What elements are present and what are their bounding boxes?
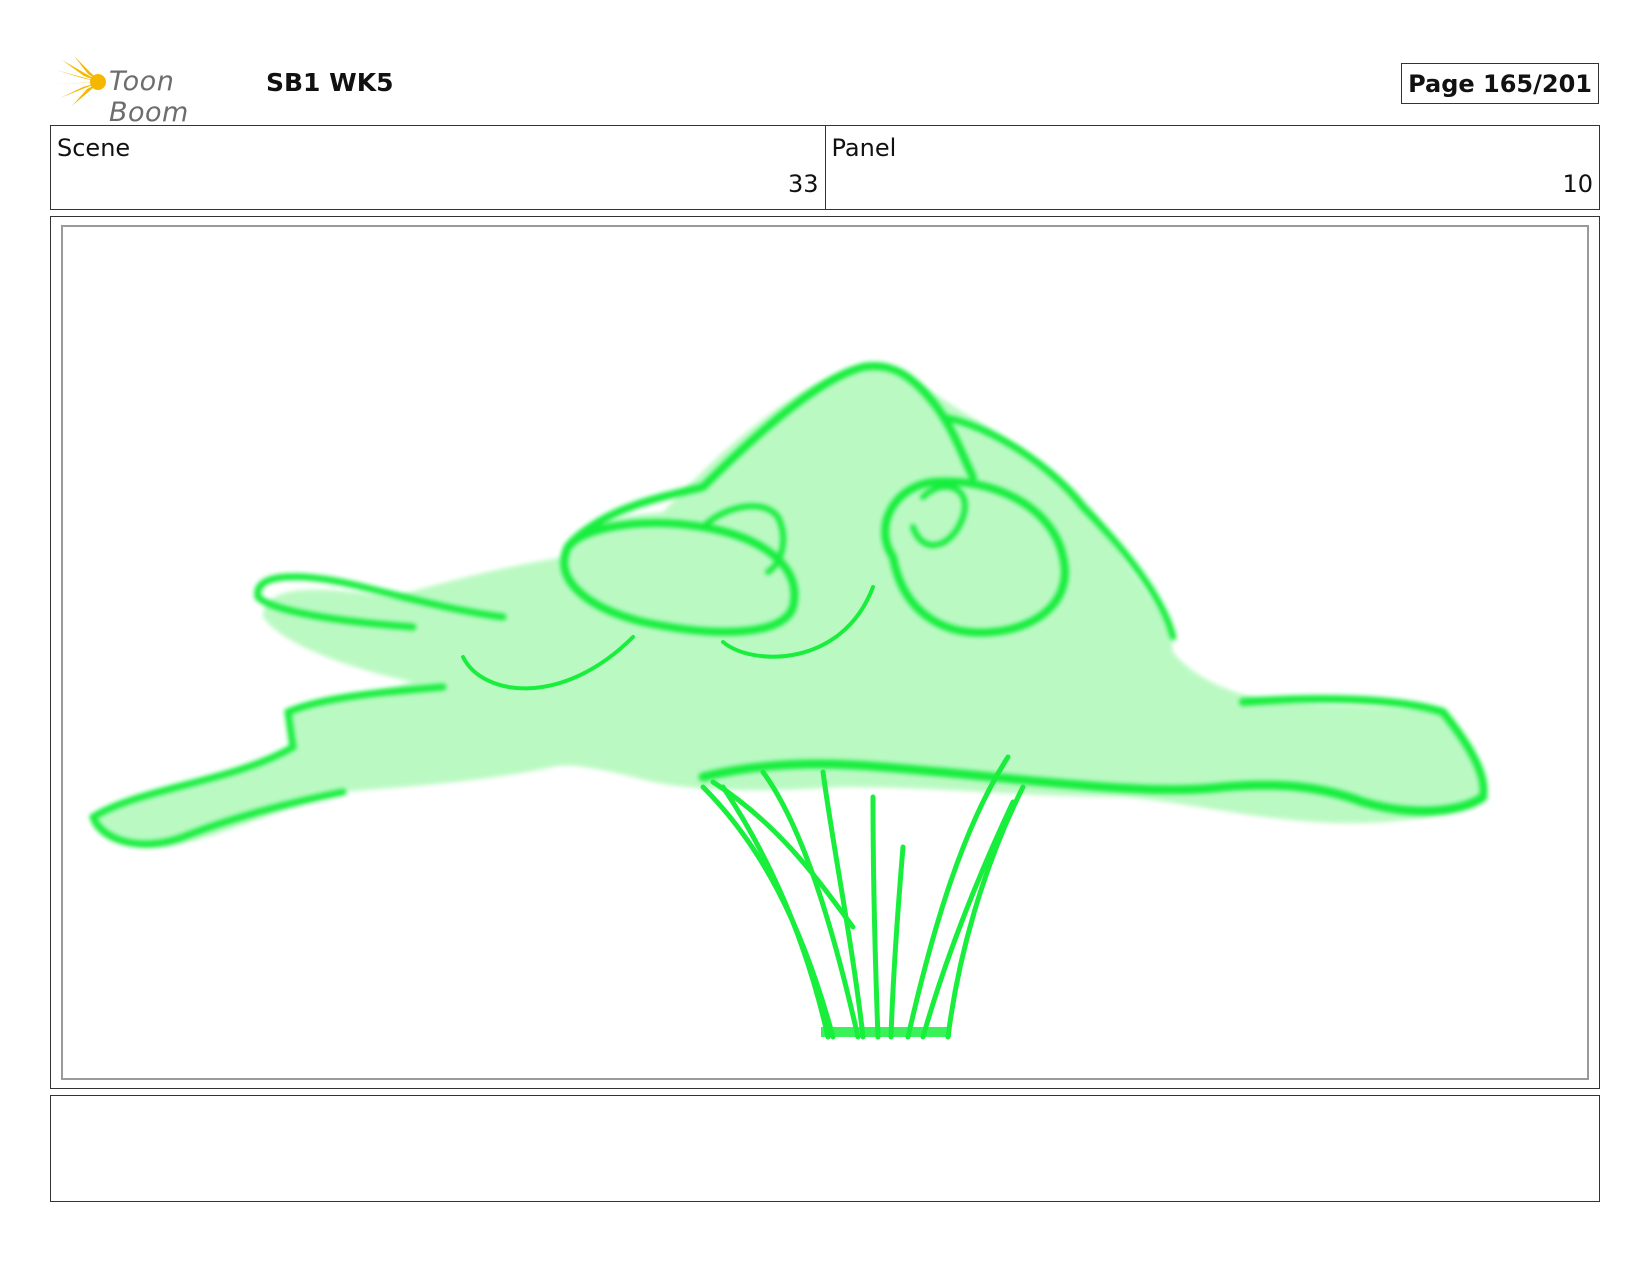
canopy-fill xyxy=(92,366,1484,847)
tree-trunk xyxy=(700,754,1026,1040)
panel-notes-box xyxy=(50,1095,1600,1202)
scene-panel-info: Scene 33 Panel 10 xyxy=(50,125,1600,210)
project-title: SB1 WK5 xyxy=(266,68,394,97)
panel-value: 10 xyxy=(1562,170,1593,198)
scene-label: Scene xyxy=(57,134,131,162)
toon-boom-logo: Toon Boom xyxy=(52,56,252,128)
starburst-icon xyxy=(54,56,106,106)
scene-cell: Scene 33 xyxy=(51,126,825,209)
tree-drawing xyxy=(89,362,1488,1040)
panel-cell: Panel 10 xyxy=(824,126,1600,209)
panel-label: Panel xyxy=(831,134,897,162)
scene-value: 33 xyxy=(787,170,819,198)
page-header: Toon Boom SB1 WK5 Page 165/201 xyxy=(52,56,1602,128)
page-number: Page 165/201 xyxy=(1401,63,1599,104)
trunk-base xyxy=(821,1027,951,1037)
panel-image-frame xyxy=(61,225,1589,1080)
storyboard-panel xyxy=(50,216,1600,1089)
logo-text: Toon Boom xyxy=(109,66,189,128)
